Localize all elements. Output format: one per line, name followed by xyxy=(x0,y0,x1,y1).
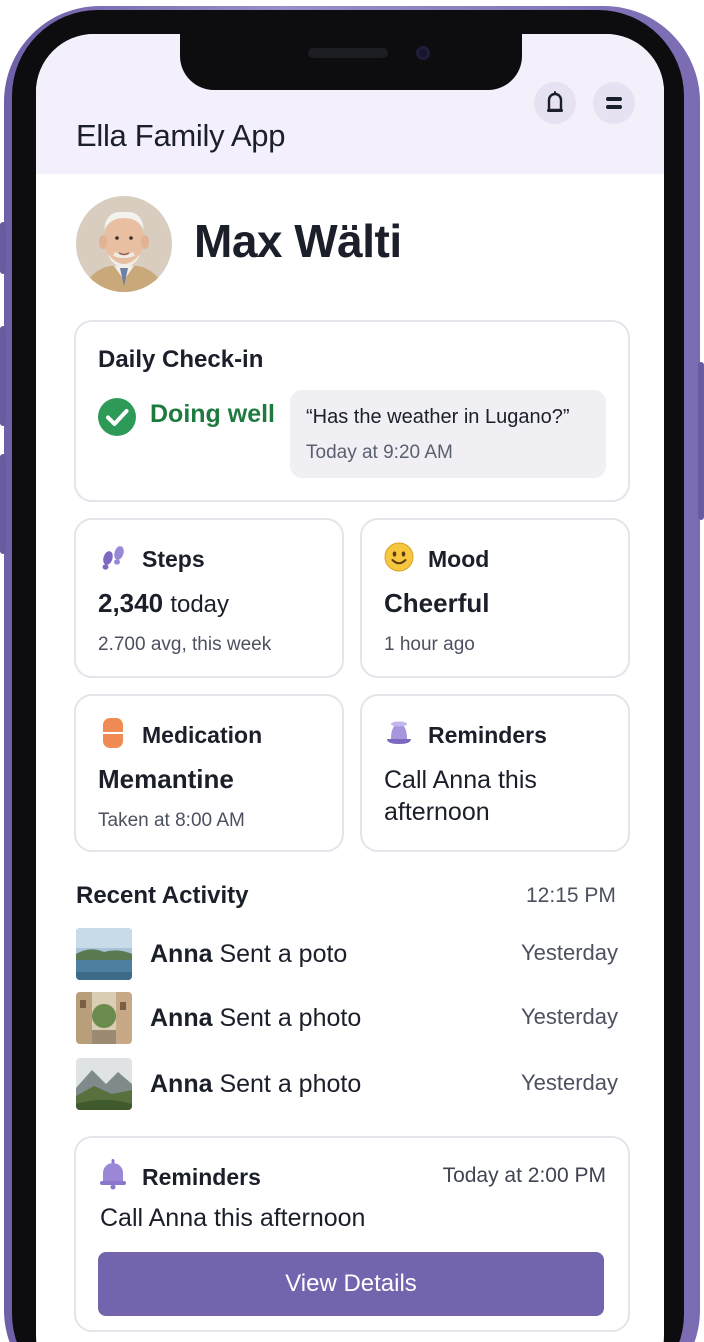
medication-tile[interactable]: Medication Memantine Taken at 8:00 AM xyxy=(74,694,344,852)
recent-activity-title: Recent Activity xyxy=(76,882,249,909)
steps-tile[interactable]: Steps 2,340 today 2.700 avg, this week xyxy=(74,518,344,678)
activity-item[interactable]: Anna Sent a poto Yesterday xyxy=(76,928,624,984)
photo-thumbnail xyxy=(76,1058,132,1110)
view-details-button[interactable]: View Details xyxy=(98,1252,604,1316)
checkin-quote-time: Today at 9:20 AM xyxy=(306,442,453,463)
steps-value-line: 2,340 today xyxy=(98,588,229,619)
checkin-quote: “Has the weather in Lugano?” xyxy=(306,406,570,428)
daily-checkin-card[interactable]: Daily Check-in Doing well “Has the weath… xyxy=(74,320,630,502)
bell-icon xyxy=(384,718,414,748)
avatar-photo xyxy=(76,196,172,292)
notch xyxy=(180,34,522,90)
activity-text: Anna Sent a photo xyxy=(150,1004,361,1033)
reminder-card: Reminders Today at 2:00 PM Call Anna thi… xyxy=(74,1136,630,1332)
mood-value: Cheerful xyxy=(384,588,490,618)
side-button xyxy=(0,454,6,554)
mood-tile[interactable]: Mood Cheerful 1 hour ago xyxy=(360,518,630,678)
notifications-button[interactable] xyxy=(534,82,576,124)
menu-icon xyxy=(606,97,622,109)
speaker xyxy=(308,48,388,58)
medication-title: Medication xyxy=(142,722,263,748)
photo-thumbnail xyxy=(76,928,132,980)
steps-unit: today xyxy=(170,591,230,618)
medication-taken-time: Taken at 8:00 AM xyxy=(98,810,245,831)
steps-title: Steps xyxy=(142,546,205,572)
reminder-card-time: Today at 2:00 PM xyxy=(442,1164,606,1187)
avatar[interactable] xyxy=(76,196,172,292)
reminders-tile[interactable]: Reminders Call Anna this afternoon xyxy=(360,694,630,852)
activity-item[interactable]: Anna Sent a photo Yesterday xyxy=(76,1058,624,1114)
pill-icon xyxy=(98,718,128,748)
reminders-text: Call Anna this afternoon xyxy=(384,766,537,826)
mood-title: Mood xyxy=(428,546,490,572)
activity-time: Yesterday xyxy=(520,1070,618,1095)
reminder-card-text: Call Anna this afternoon xyxy=(100,1204,366,1232)
checkin-title: Daily Check-in xyxy=(98,346,264,373)
activity-who: Anna xyxy=(150,1070,213,1098)
checkin-status: Doing well xyxy=(150,400,275,428)
reminder-card-title: Reminders xyxy=(142,1164,261,1190)
activity-action: Sent a photo xyxy=(219,1004,362,1032)
profile-name: Max Wälti xyxy=(194,215,402,267)
bell-icon xyxy=(547,91,563,112)
activity-time: Yesterday xyxy=(520,940,618,965)
activity-time: Yesterday xyxy=(520,1004,618,1029)
activity-text: Anna Sent a poto xyxy=(150,940,347,969)
activity-who: Anna xyxy=(150,1004,213,1032)
mood-time: 1 hour ago xyxy=(384,634,475,655)
side-button xyxy=(0,326,6,426)
activity-text: Anna Sent a photo xyxy=(150,1070,361,1099)
medication-value: Memantine xyxy=(98,764,234,794)
photo-thumbnail xyxy=(76,992,132,1044)
menu-button[interactable] xyxy=(593,82,635,124)
footprints-icon xyxy=(98,542,128,572)
reminders-title: Reminders xyxy=(428,722,547,748)
activity-action: Sent a photo xyxy=(219,1070,362,1098)
side-button xyxy=(698,362,704,520)
activity-who: Anna xyxy=(150,940,213,968)
side-button xyxy=(0,222,6,274)
screen: Ella Family App Max Wälti Daily Check-in… xyxy=(36,34,664,1342)
bell-icon xyxy=(100,1159,126,1190)
checkin-quote-bubble: “Has the weather in Lugano?” Today at 9:… xyxy=(290,390,606,478)
app-title: Ella Family App xyxy=(76,118,286,153)
smiley-icon xyxy=(384,542,414,572)
activity-action: Sent a poto xyxy=(219,940,348,968)
check-circle-icon xyxy=(98,398,136,436)
activity-item[interactable]: Anna Sent a photo Yesterday xyxy=(76,992,624,1048)
camera xyxy=(416,46,430,60)
steps-average: 2.700 avg, this week xyxy=(98,634,272,655)
steps-value: 2,340 xyxy=(98,588,164,618)
recent-activity-time: 12:15 PM xyxy=(526,884,616,907)
